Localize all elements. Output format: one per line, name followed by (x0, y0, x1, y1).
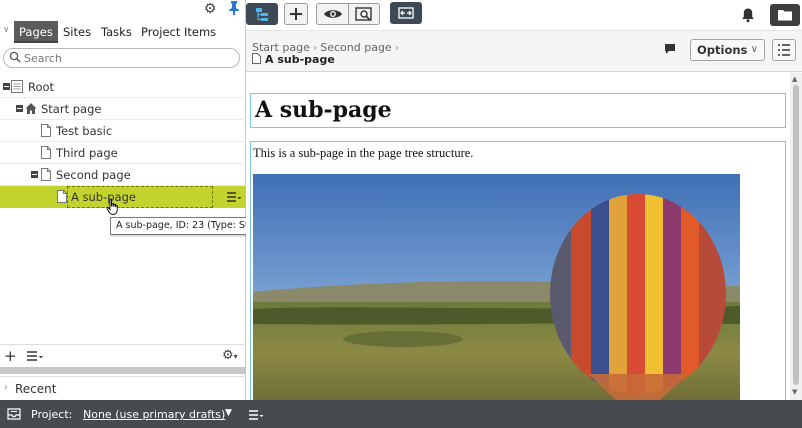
chevron-right-icon: › (4, 382, 8, 393)
menu-icon[interactable] (26, 349, 44, 363)
home-icon (25, 103, 37, 114)
tree-node-third-page[interactable]: Third page (0, 142, 246, 164)
settings-gear-icon[interactable]: ⚙▾ (222, 348, 244, 363)
page-icon (41, 168, 51, 181)
current-page-title: A sub-page (252, 53, 335, 66)
pane-toolbar: ⚙ (0, 0, 246, 20)
tree-node-label: Third page (56, 146, 118, 160)
scrollbar-thumb[interactable] (793, 85, 799, 385)
project-selector[interactable]: None (use primary drafts) (83, 408, 225, 421)
pane-tabs: ∨ Pages Sites Tasks Project Items (0, 21, 246, 43)
tab-pages[interactable]: Pages (14, 21, 58, 43)
bell-icon[interactable] (740, 7, 756, 23)
breadcrumb-separator-icon: › (394, 41, 400, 54)
tree-node-label: Root (28, 80, 55, 94)
tree-node-test-basic[interactable]: Test basic (0, 120, 246, 142)
scroll-down-icon[interactable]: ▼ (792, 388, 797, 396)
comment-icon[interactable] (664, 43, 676, 55)
page-icon (57, 190, 67, 203)
navigation-pane: ⚙ ∨ Pages Sites Tasks Project Items Root… (0, 0, 246, 400)
tree-node-label: A sub-page (71, 190, 136, 204)
options-button[interactable]: Options ∨ (690, 39, 765, 61)
vertical-scrollbar[interactable]: ▲ ▼ (790, 73, 802, 400)
project-label: Project: (31, 408, 73, 421)
chevron-down-icon[interactable]: ∨ (3, 25, 10, 35)
top-toolbar (246, 0, 802, 30)
preview-eye-icon[interactable] (317, 4, 349, 24)
hand-cursor-icon (106, 198, 118, 215)
add-button[interactable] (284, 3, 308, 25)
tab-tasks[interactable]: Tasks (96, 21, 137, 43)
search-box[interactable] (3, 48, 240, 68)
pin-icon[interactable] (226, 1, 242, 17)
scroll-up-icon[interactable]: ▲ (792, 75, 797, 83)
search-input[interactable] (24, 50, 234, 66)
collapse-toggle-icon[interactable] (16, 105, 23, 112)
pane-splitter[interactable] (0, 367, 246, 374)
root-page-icon (11, 80, 23, 93)
tab-project-items[interactable]: Project Items (136, 21, 221, 43)
page-heading: A sub-page (255, 97, 392, 123)
tree-node-root[interactable]: Root (0, 76, 246, 98)
chevron-down-icon: ∨ (750, 44, 758, 55)
compare-search-icon[interactable] (349, 4, 380, 24)
collapse-toggle-icon[interactable] (3, 83, 10, 90)
page-tree-toggle-button[interactable] (246, 3, 278, 25)
collapse-toggle-icon[interactable] (31, 171, 38, 178)
list-view-button[interactable] (772, 39, 796, 61)
tree-node-label: Second page (56, 168, 131, 182)
body-text: This is a sub-page in the page tree stru… (253, 146, 474, 160)
caret-down-icon[interactable]: ▼ (225, 408, 232, 418)
project-inbox-icon[interactable] (7, 408, 21, 420)
page-icon (252, 53, 261, 64)
heading-block[interactable]: A sub-page (250, 93, 786, 128)
tree-node-start-page[interactable]: Start page (0, 98, 246, 120)
pane-bottom-bar: + ⚙▾ (0, 344, 246, 366)
recent-section[interactable]: › Recent (0, 376, 246, 400)
search-icon (9, 51, 21, 63)
tree-node-a-sub-page[interactable]: A sub-page (0, 186, 246, 208)
recent-label: Recent (15, 382, 57, 396)
page-header-bar: Start page › Second page › A sub-page Optio… (246, 30, 802, 72)
compare-button[interactable] (390, 2, 422, 24)
page-preview: A sub-page This is a sub-page in the pag… (246, 73, 802, 400)
menu-icon[interactable] (248, 409, 264, 421)
tree-node-label: Test basic (56, 124, 113, 138)
page-icon (41, 124, 51, 137)
tab-sites[interactable]: Sites (58, 21, 96, 43)
hot-air-balloon-image (253, 174, 740, 400)
page-icon (41, 146, 51, 159)
view-mode-group (316, 3, 380, 25)
gear-icon[interactable]: ⚙ (202, 1, 218, 17)
media-folder-button[interactable] (770, 4, 800, 26)
tree-node-second-page[interactable]: Second page (0, 164, 246, 186)
main-body-block[interactable]: This is a sub-page in the page tree stru… (250, 141, 786, 400)
add-icon[interactable]: + (4, 347, 17, 365)
project-bar: Project: None (use primary drafts) ▼ (0, 400, 802, 428)
context-menu-icon[interactable] (226, 190, 242, 204)
tree-node-label: Start page (41, 102, 102, 116)
preview-canvas: A sub-page This is a sub-page in the pag… (246, 73, 790, 400)
